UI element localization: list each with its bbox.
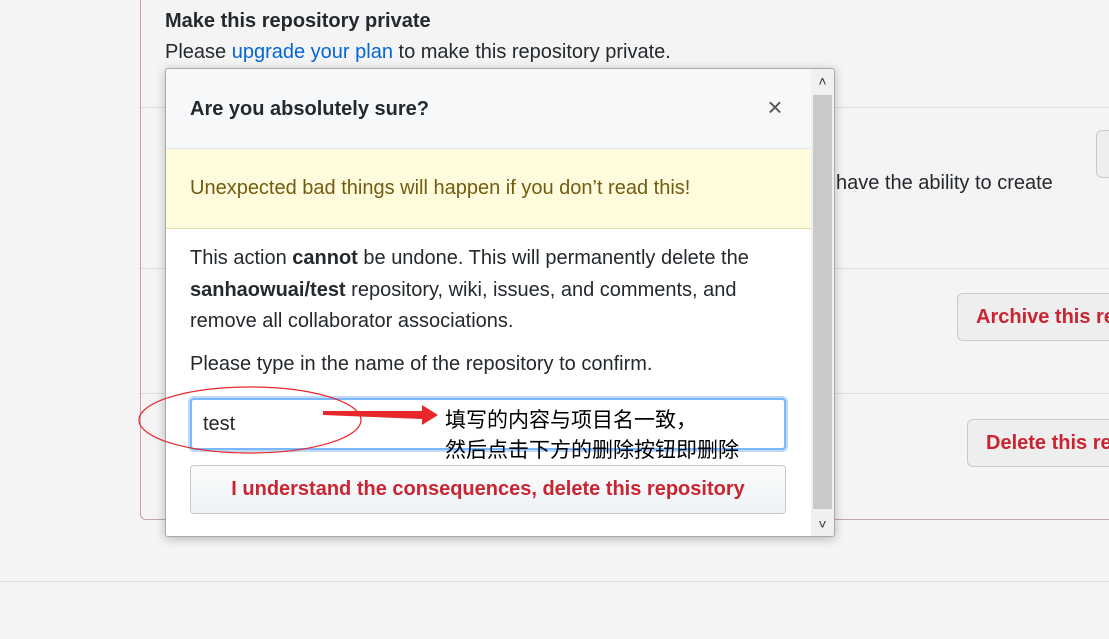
annotation-overlay — [138, 386, 438, 454]
annotation-circle — [138, 386, 362, 454]
annotation-note: 填写的内容与项目名一致， 然后点击下方的删除按钮即删除 — [445, 408, 739, 462]
annotation-arrow-icon — [323, 405, 438, 425]
